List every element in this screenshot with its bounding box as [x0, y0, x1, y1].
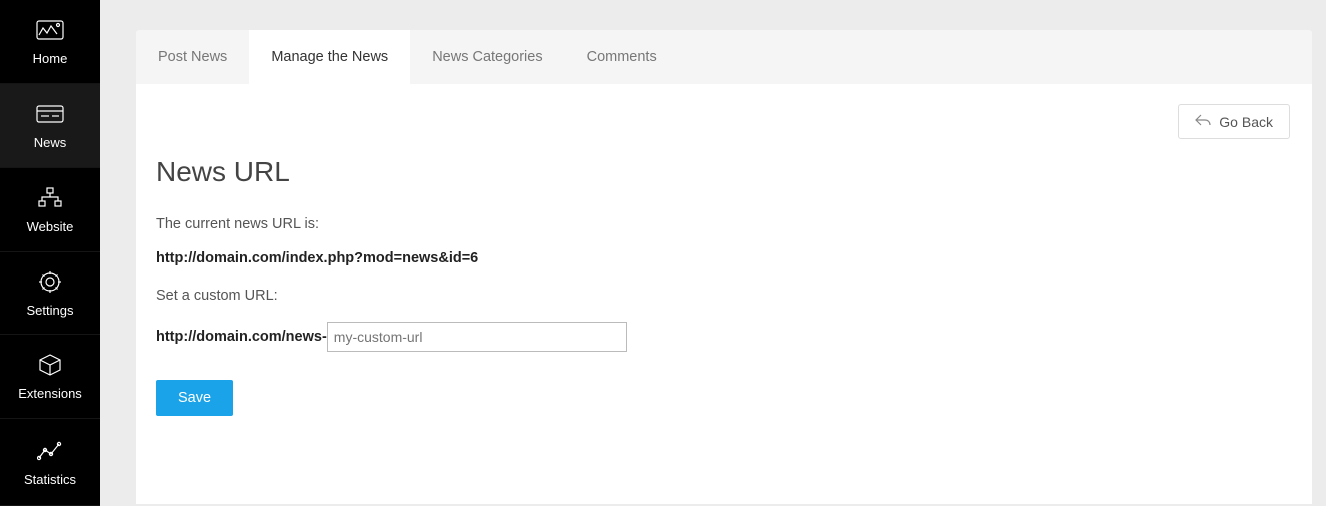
go-back-label: Go Back — [1219, 114, 1273, 130]
sidebar-item-home[interactable]: Home — [0, 0, 100, 84]
tab-news-categories[interactable]: News Categories — [410, 30, 564, 84]
content-panel: Go Back News URL The current news URL is… — [136, 84, 1312, 504]
stats-icon — [35, 438, 65, 464]
main-area: Post News Manage the News News Categorie… — [100, 0, 1326, 506]
save-label: Save — [178, 390, 211, 406]
reply-arrow-icon — [1195, 113, 1211, 130]
tab-label: Post News — [158, 49, 227, 65]
go-back-button[interactable]: Go Back — [1178, 104, 1290, 139]
current-url-label: The current news URL is: — [156, 216, 1288, 232]
sidebar-item-label: Extensions — [18, 386, 82, 401]
sidebar-item-website[interactable]: Website — [0, 168, 100, 252]
gear-icon — [35, 269, 65, 295]
tab-label: Comments — [587, 49, 657, 65]
sidebar-item-label: Home — [33, 51, 68, 66]
tabs: Post News Manage the News News Categorie… — [136, 30, 1312, 84]
cube-icon — [35, 352, 65, 378]
sidebar-item-statistics[interactable]: Statistics — [0, 419, 100, 506]
url-prefix: http://domain.com/news- — [156, 329, 327, 345]
page-title: News URL — [156, 156, 1288, 188]
tab-comments[interactable]: Comments — [565, 30, 679, 84]
home-icon — [35, 17, 65, 43]
sidebar: Home News Website — [0, 0, 100, 506]
sitemap-icon — [35, 185, 65, 211]
tab-label: Manage the News — [271, 49, 388, 65]
tab-manage-news[interactable]: Manage the News — [249, 30, 410, 84]
sidebar-item-settings[interactable]: Settings — [0, 252, 100, 336]
tab-label: News Categories — [432, 49, 542, 65]
custom-url-row: http://domain.com/news- — [156, 322, 1288, 352]
current-url-value: http://domain.com/index.php?mod=news&id=… — [156, 250, 1288, 266]
sidebar-item-news[interactable]: News — [0, 84, 100, 168]
sidebar-item-label: News — [34, 135, 67, 150]
sidebar-item-label: Settings — [27, 303, 74, 318]
custom-url-input[interactable] — [327, 322, 627, 352]
sidebar-item-label: Statistics — [24, 472, 76, 487]
save-button[interactable]: Save — [156, 380, 233, 416]
sidebar-item-extensions[interactable]: Extensions — [0, 335, 100, 419]
news-icon — [35, 101, 65, 127]
sidebar-item-label: Website — [27, 219, 74, 234]
tab-post-news[interactable]: Post News — [136, 30, 249, 84]
set-url-label: Set a custom URL: — [156, 288, 1288, 304]
